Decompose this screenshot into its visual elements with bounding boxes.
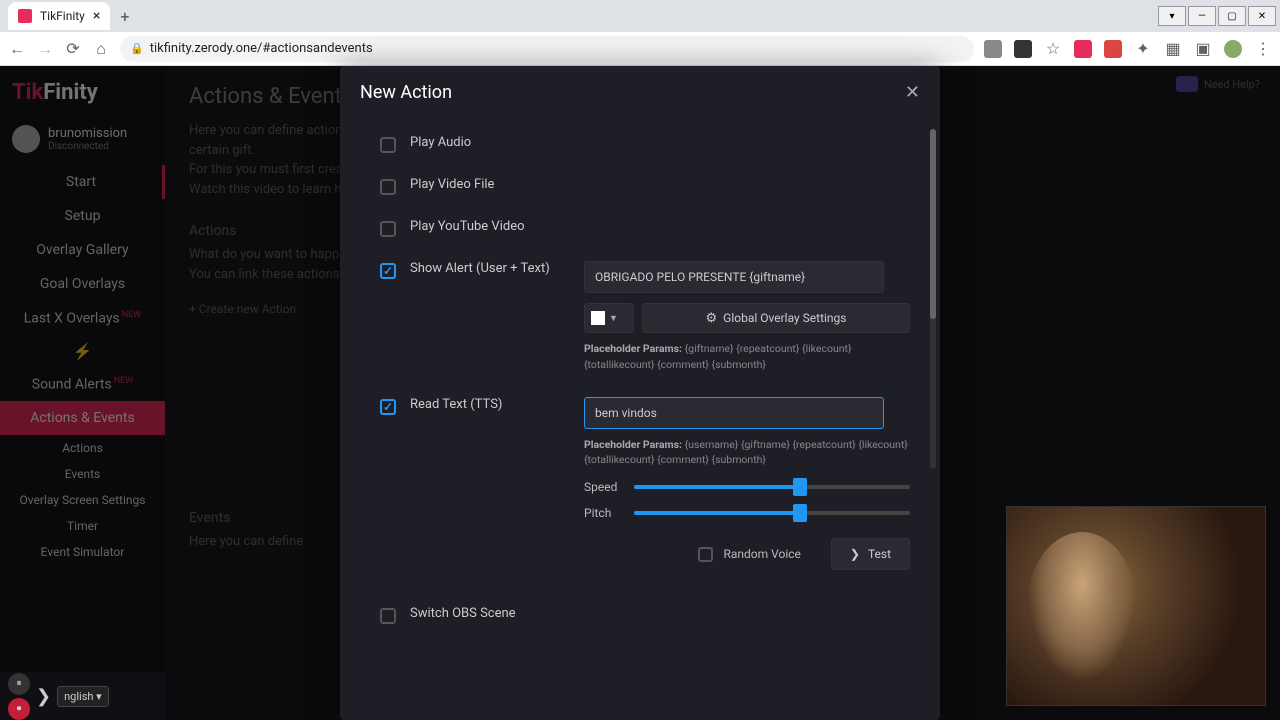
tab-title: TikFinity [40,9,85,23]
window-controls: ▾ — ▢ ✕ [1158,6,1280,26]
checkbox-switch-obs[interactable] [380,608,396,624]
random-voice-checkbox[interactable] [698,547,713,562]
profile-avatar-icon[interactable] [1224,40,1242,58]
test-button[interactable]: ❯ Test [831,538,910,570]
menu-icon[interactable]: ⋮ [1254,40,1272,58]
address-bar[interactable]: 🔒 tikfinity.zerody.one/#actionsandevents [120,36,974,62]
extensions-icon[interactable]: ✦ [1134,40,1152,58]
pitch-slider[interactable] [634,511,910,515]
color-swatch [591,311,605,325]
bottom-controls: ⏸ ● ❯ nglish ▾ [0,672,165,720]
label-play-audio: Play Audio [410,135,570,150]
checkbox-read-text[interactable] [380,399,396,415]
home-button[interactable]: ⌂ [92,40,110,58]
option-play-audio: Play Audio [380,123,940,165]
checkbox-play-youtube[interactable] [380,221,396,237]
modal-close-button[interactable]: ✕ [905,82,920,103]
browser-toolbar: ← → ⟳ ⌂ 🔒 tikfinity.zerody.one/#actionsa… [0,32,1280,66]
label-play-video: Play Video File [410,177,570,192]
pitch-label: Pitch [584,506,624,520]
next-button[interactable]: ❯ [36,686,51,707]
window-minimize2[interactable]: — [1188,6,1216,26]
label-play-youtube: Play YouTube Video [410,219,570,234]
tts-placeholder-hint: Placeholder Params: {username} {giftname… [584,437,910,469]
record-button[interactable]: ● [8,698,30,720]
back-button[interactable]: ← [8,40,26,58]
option-switch-obs: Switch OBS Scene [380,594,940,636]
gear-icon: ⚙ [705,311,717,326]
ext-icon-1[interactable] [984,40,1002,58]
alert-placeholder-hint: Placeholder Params: {giftname} {repeatco… [584,341,910,373]
modal-body: Play Audio Play Video File Play YouTube … [340,119,940,720]
speed-slider[interactable] [634,485,910,489]
modal-title: New Action [360,82,452,103]
checkbox-play-audio[interactable] [380,137,396,153]
checkbox-show-alert[interactable] [380,263,396,279]
language-selector[interactable]: nglish ▾ [57,686,109,707]
random-voice-label: Random Voice [723,547,800,561]
reload-button[interactable]: ⟳ [64,40,82,58]
label-show-alert: Show Alert (User + Text) [410,261,570,276]
label-switch-obs: Switch OBS Scene [410,606,570,621]
alert-color-picker[interactable]: ▼ [584,303,634,333]
option-read-text: Read Text (TTS) Placeholder Params: {use… [380,385,940,583]
lock-icon: 🔒 [130,42,144,55]
browser-tabstrip: TikFinity × + ▾ — ▢ ✕ [0,0,1280,32]
modal-scrollbar[interactable] [930,129,936,469]
extension-icons: ☆ ✦ ▦ ▣ ⋮ [984,40,1272,58]
app-root: TikFinity brunomission Disconnected Star… [0,66,1280,720]
window-maximize[interactable]: ▢ [1218,6,1246,26]
ext-icon-4[interactable] [1104,40,1122,58]
ext-icon-3[interactable] [1074,40,1092,58]
global-overlay-settings-button[interactable]: ⚙ Global Overlay Settings [642,303,910,333]
ext-icon-2[interactable] [1014,40,1032,58]
new-tab-button[interactable]: + [120,7,129,26]
alert-text-input[interactable] [584,261,884,293]
option-show-alert: Show Alert (User + Text) ▼ ⚙ Global Over… [380,249,940,385]
option-play-video: Play Video File [380,165,940,207]
side-panel-icon[interactable]: ▣ [1194,40,1212,58]
option-play-youtube: Play YouTube Video [380,207,940,249]
modal-header: New Action ✕ [340,66,940,119]
window-close[interactable]: ✕ [1248,6,1276,26]
webcam-overlay [1006,506,1266,706]
pause-button[interactable]: ⏸ [8,673,30,695]
new-action-modal: New Action ✕ Play Audio Play Video File … [340,66,940,720]
speed-slider-row: Speed [584,480,910,494]
checkbox-play-video[interactable] [380,179,396,195]
url-text: tikfinity.zerody.one/#actionsandevents [150,41,373,56]
pitch-slider-row: Pitch [584,506,910,520]
label-read-text: Read Text (TTS) [410,397,570,412]
window-minimize[interactable]: ▾ [1158,6,1186,26]
reading-list-icon[interactable]: ▦ [1164,40,1182,58]
tts-text-input[interactable] [584,397,884,429]
browser-tab[interactable]: TikFinity × [8,2,110,30]
speed-label: Speed [584,480,624,494]
tab-close-icon[interactable]: × [93,8,100,24]
caret-down-icon: ▼ [609,313,618,324]
tab-favicon [18,9,32,23]
forward-button[interactable]: → [36,40,54,58]
ext-star-icon[interactable]: ☆ [1044,40,1062,58]
chevron-right-icon: ❯ [850,547,860,561]
